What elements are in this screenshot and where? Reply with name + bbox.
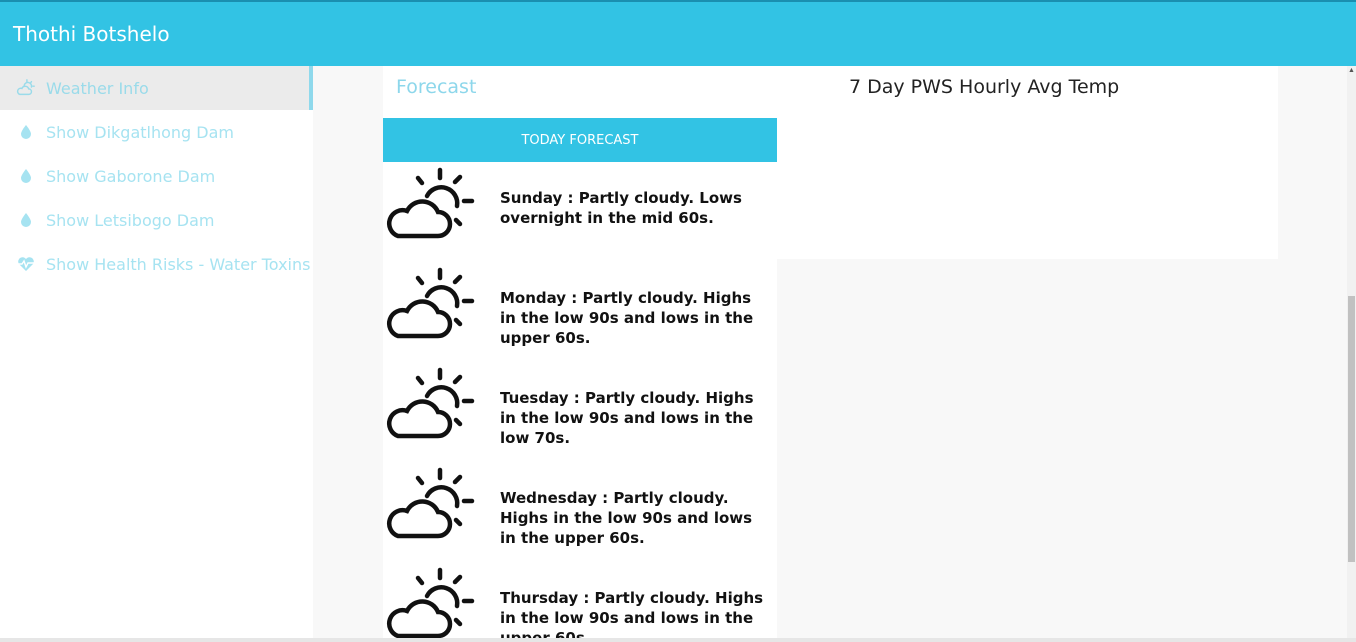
partly-cloudy-icon	[387, 567, 475, 639]
today-forecast-button[interactable]: TODAY FORECAST	[383, 118, 777, 162]
forecast-row: Thursday : Partly cloudy. Highs in the l…	[383, 566, 777, 642]
top-navbar: Thothi Botshelo	[0, 0, 1356, 66]
vertical-scrollbar[interactable]: ▲	[1347, 66, 1356, 642]
forecast-title: Forecast	[396, 76, 477, 98]
sidebar-item-gaborone-dam[interactable]: Show Gaborone Dam	[0, 154, 313, 198]
forecast-row: Wednesday : Partly cloudy. Highs in the …	[383, 466, 777, 566]
water-drop-icon	[16, 166, 36, 186]
partly-cloudy-icon	[387, 267, 475, 339]
forecast-row: Sunday : Partly cloudy. Lows overnight i…	[383, 166, 777, 266]
temperature-chart-panel: 7 Day PWS Hourly Avg Temp	[777, 66, 1278, 259]
sidebar-item-label: Weather Info	[46, 78, 149, 98]
water-drop-icon	[16, 122, 36, 142]
sidebar-item-label: Show Dikgatlhong Dam	[46, 122, 234, 142]
sidebar-item-letsibogo-dam[interactable]: Show Letsibogo Dam	[0, 198, 313, 242]
sidebar-item-label: Show Health Risks - Water Toxins	[46, 254, 311, 274]
bottom-divider	[0, 638, 1356, 642]
partly-cloudy-icon	[387, 367, 475, 439]
scrollbar-thumb[interactable]	[1348, 296, 1355, 562]
forecast-text: Tuesday : Partly cloudy. Highs in the lo…	[500, 389, 754, 447]
forecast-row: Monday : Partly cloudy. Highs in the low…	[383, 266, 777, 366]
chart-title: 7 Day PWS Hourly Avg Temp	[849, 76, 1120, 98]
forecast-text: Sunday : Partly cloudy. Lows overnight i…	[500, 189, 742, 227]
main-content: Forecast TODAY FORECAST Sunday : Partly …	[313, 66, 1347, 642]
forecast-text: Monday : Partly cloudy. Highs in the low…	[500, 289, 754, 347]
brand-title[interactable]: Thothi Botshelo	[13, 22, 170, 46]
partly-cloudy-icon	[387, 167, 475, 239]
forecast-panel: Forecast TODAY FORECAST Sunday : Partly …	[383, 66, 777, 642]
sidebar-item-label: Show Gaborone Dam	[46, 166, 216, 186]
water-drop-icon	[16, 210, 36, 230]
sidebar-item-health-risks[interactable]: Show Health Risks - Water Toxins	[0, 242, 313, 286]
scroll-up-icon[interactable]: ▲	[1347, 66, 1356, 76]
forecast-text: Wednesday : Partly cloudy. Highs in the …	[500, 489, 753, 547]
heartbeat-icon	[16, 254, 36, 274]
forecast-row: Tuesday : Partly cloudy. Highs in the lo…	[383, 366, 777, 466]
sidebar-item-dikgatlhong-dam[interactable]: Show Dikgatlhong Dam	[0, 110, 313, 154]
forecast-text: Thursday : Partly cloudy. Highs in the l…	[500, 589, 764, 642]
sidebar: Weather Info Show Dikgatlhong Dam Show G…	[0, 66, 313, 642]
partly-cloudy-icon	[387, 467, 475, 539]
sidebar-item-label: Show Letsibogo Dam	[46, 210, 215, 230]
sidebar-item-weather-info[interactable]: Weather Info	[0, 66, 313, 110]
cloud-sun-icon	[16, 78, 36, 98]
